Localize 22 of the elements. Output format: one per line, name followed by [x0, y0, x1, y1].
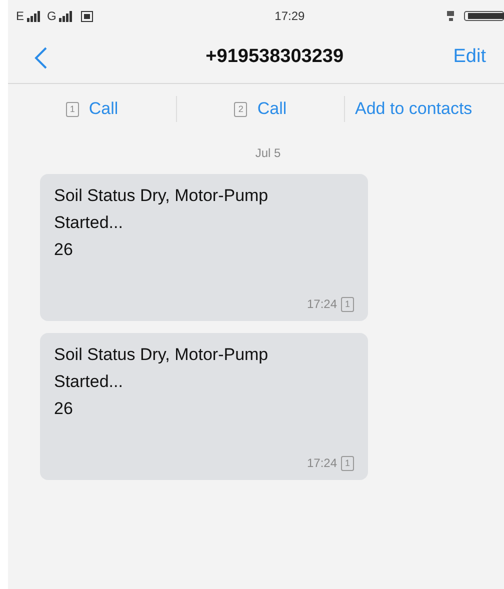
contact-title: +919538303239 — [206, 45, 344, 70]
back-icon — [34, 46, 48, 68]
message-time: 17:24 — [306, 455, 337, 472]
network-type: E — [16, 8, 24, 25]
date-label: Jul 5 — [255, 145, 281, 162]
add-contact-button[interactable]: Add to contacts — [355, 96, 472, 122]
status-time: 17:29 — [274, 8, 305, 25]
edit-button[interactable]: Edit — [453, 43, 486, 72]
call-button[interactable]: 1 Call — [66, 96, 118, 122]
call-button[interactable]: 2 Call — [234, 96, 287, 122]
battery-icon — [464, 11, 504, 21]
network-type: G — [47, 8, 56, 25]
signal-icon — [59, 10, 72, 22]
message-time: 17:24 — [306, 296, 337, 313]
message-icon — [81, 10, 94, 22]
sim-badge: 1 — [341, 296, 354, 312]
sim-badge: 1 — [66, 102, 79, 116]
sim-badge: 2 — [234, 102, 248, 116]
signal-icon — [27, 10, 40, 22]
message-text: Soil Status Dry, Motor-Pump Started... 26 — [54, 185, 270, 261]
sim-badge: 1 — [341, 456, 354, 470]
message-text: Soil Status Dry, Motor-Pump Started... 26 — [54, 344, 270, 420]
